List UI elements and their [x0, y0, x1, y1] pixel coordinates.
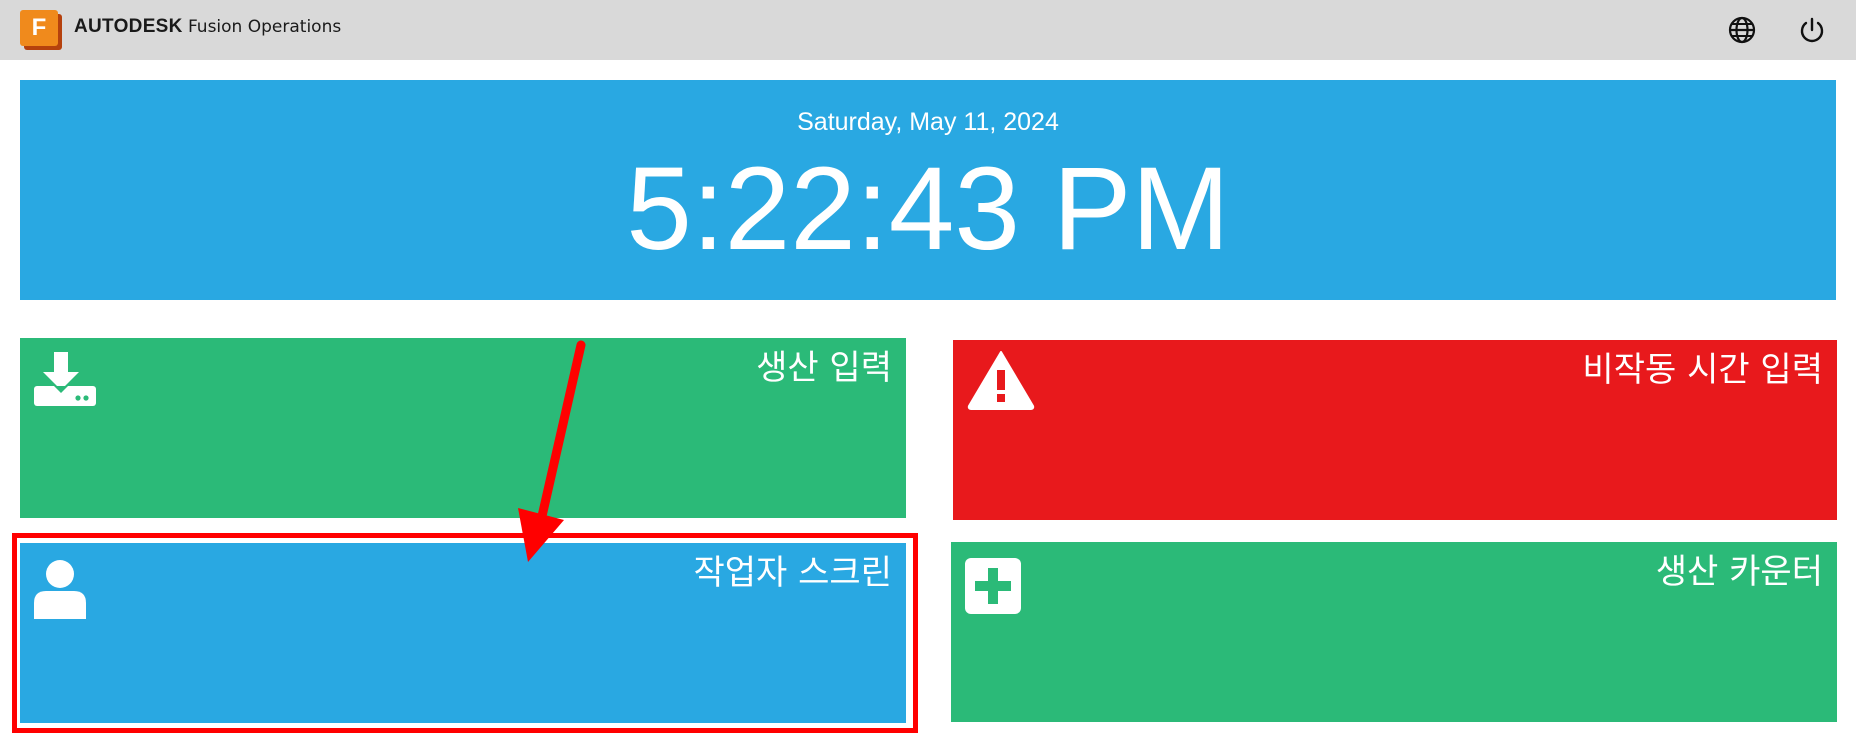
tile-downtime-input[interactable]: 비작동 시간 입력 — [953, 340, 1837, 520]
tile-label: 비작동 시간 입력 — [1582, 350, 1823, 390]
plus-square-icon — [965, 558, 1021, 614]
brand-product: Fusion Operations — [187, 17, 342, 37]
top-bar: F AUTODESK Fusion Operations — [0, 0, 1856, 60]
download-tray-icon — [34, 352, 96, 406]
clock-date: Saturday, May 11, 2024 — [797, 108, 1059, 136]
globe-icon[interactable] — [1726, 14, 1758, 46]
tile-production-counter[interactable]: 생산 카운터 — [951, 542, 1837, 722]
annotation-highlight-box — [12, 533, 918, 733]
logo-letter: F — [20, 10, 58, 46]
brand-company: AUTODESK — [74, 16, 183, 37]
fusion-logo-icon: F — [20, 10, 62, 50]
clock-panel: Saturday, May 11, 2024 5:22:43 PM — [20, 80, 1836, 300]
brand-name: AUTODESK Fusion Operations — [74, 14, 341, 40]
clock-time: 5:22:43 PM — [626, 143, 1230, 275]
power-icon[interactable] — [1796, 14, 1828, 46]
tile-production-input[interactable]: 생산 입력 — [20, 338, 906, 518]
tile-label: 생산 입력 — [756, 348, 892, 388]
warning-icon — [967, 351, 1035, 410]
tile-label: 생산 카운터 — [1655, 552, 1823, 592]
